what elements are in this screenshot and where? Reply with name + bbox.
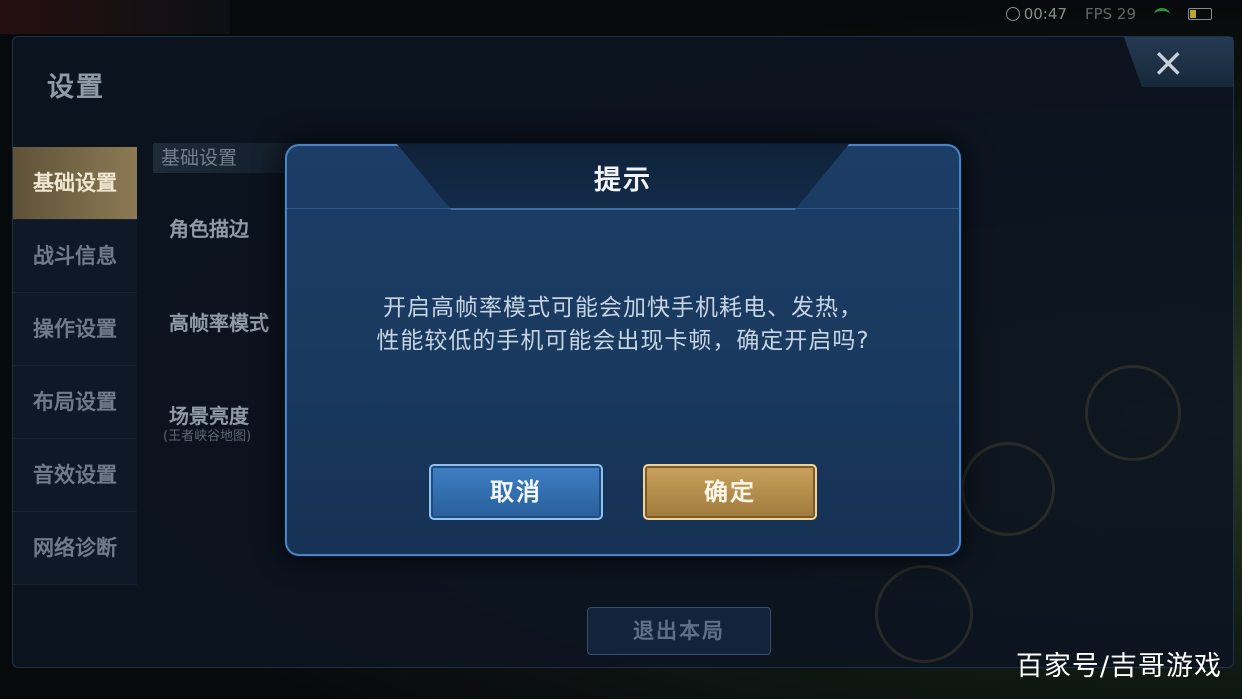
confirm-dialog: 提示 开启高帧率模式可能会加快手机耗电、发热， 性能较低的手机可能会出现卡顿，确… [285,144,961,556]
skill-button-icon [961,442,1055,536]
dialog-message-line-2: 性能较低的手机可能会出现卡顿，确定开启吗? [376,328,870,354]
dialog-message: 开启高帧率模式可能会加快手机耗电、发热， 性能较低的手机可能会出现卡顿，确定开启… [317,292,929,358]
sidebar-item-audio[interactable]: 音效设置 [13,439,137,512]
battery-icon [1188,8,1212,20]
watermark: 百家号/吉哥游戏 [1015,651,1222,682]
status-bar: 00:47 FPS 29 [1005,2,1212,26]
game-hud-top-left [0,0,230,34]
status-clock: 00:47 [1005,5,1067,23]
settings-title: 设置 [47,72,105,103]
sidebar-item-network[interactable]: 网络诊断 [13,512,137,585]
sidebar-item-layout[interactable]: 布局设置 [13,366,137,439]
settings-sidebar: 基础设置 战斗信息 操作设置 布局设置 音效设置 网络诊断 [13,147,137,585]
confirm-button[interactable]: 确定 [643,464,817,520]
close-icon[interactable]: × [1151,41,1185,85]
clock-icon [1005,7,1020,21]
skill-button-icon [1085,365,1181,461]
cancel-button[interactable]: 取消 [429,464,603,520]
sidebar-item-controls[interactable]: 操作设置 [13,293,137,366]
option-high-fps-label: 高帧率模式 [169,311,269,335]
sidebar-item-battle-info[interactable]: 战斗信息 [13,220,137,293]
fps-counter: FPS 29 [1084,5,1136,23]
exit-match-button[interactable]: 退出本局 [587,607,771,655]
skill-button-icon [875,565,973,663]
option-outline-label: 角色描边 [169,217,249,241]
status-time: 00:47 [1023,5,1067,23]
wifi-icon [1154,7,1170,21]
sidebar-item-basic[interactable]: 基础设置 [13,147,137,220]
option-brightness-sublabel: (王者峡谷地图) [163,429,252,444]
dialog-title: 提示 [594,165,652,196]
dialog-header: 提示 [287,144,959,210]
dialog-message-line-1: 开启高帧率模式可能会加快手机耗电、发热， [383,295,863,321]
